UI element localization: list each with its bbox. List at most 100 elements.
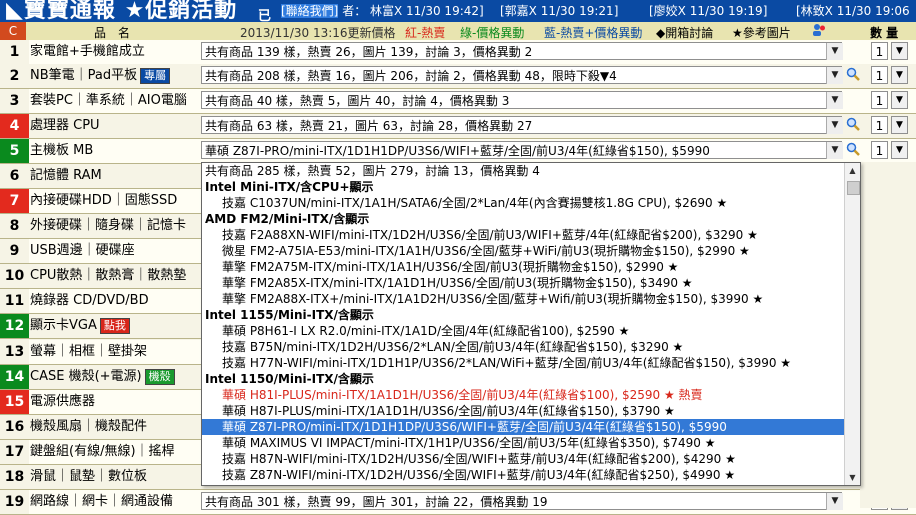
- dropdown-options: 共有商品 285 樣，熱賣 52，圖片 279，討論 13，價格異動 4 Inte…: [202, 163, 860, 483]
- category-link[interactable]: USB週邊｜硬碟座: [30, 239, 198, 263]
- category-link[interactable]: 顯示卡VGA 點我: [30, 314, 198, 338]
- scroll-thumb[interactable]: [847, 181, 860, 195]
- legend-green: 綠-價格異動: [460, 26, 525, 40]
- category-link[interactable]: 網路線｜網卡｜網通設備: [30, 490, 198, 514]
- message-1[interactable]: [聯絡我們] 者： 林富X 11/30 19:42]: [281, 4, 484, 19]
- row-number: 15: [0, 390, 29, 414]
- category-link[interactable]: 內接硬碟HDD｜固態SSD: [30, 189, 198, 213]
- row-number: 17: [0, 440, 29, 464]
- chevron-down-icon[interactable]: ▼: [826, 43, 843, 60]
- dropdown-scrollbar[interactable]: ▲ ▼: [844, 163, 860, 485]
- quantity-field[interactable]: 1: [871, 141, 888, 159]
- category-label: 記憶體 RAM: [30, 168, 102, 183]
- dropdown-option[interactable]: 華碩 P8H61-I LX R2.0/mini-ITX/1A1D/全固/4年(紅…: [202, 323, 860, 339]
- legend-red: 紅-熱賣: [405, 26, 446, 40]
- product-select[interactable]: 華碩 Z87I-PRO/mini-ITX/1D1H1DP/U3S6/WIFI+藍…: [201, 141, 842, 159]
- magnifier-icon[interactable]: [846, 117, 860, 131]
- legend-open: ◆開箱討論: [656, 26, 714, 40]
- category-link[interactable]: CASE 機殼(+電源) 機殼: [30, 365, 198, 389]
- chevron-down-icon[interactable]: ▼: [891, 66, 908, 84]
- quantity-field[interactable]: 1: [871, 116, 888, 134]
- category-link[interactable]: 滑鼠｜鼠墊｜數位板: [30, 465, 198, 489]
- dropdown-option[interactable]: 技嘉 C1037UN/mini-ITX/1A1H/SATA6/全固/2*Lan/…: [202, 195, 860, 211]
- dropdown-option[interactable]: 技嘉 Z87N-WIFI/mini-ITX/1D2H/U3S6/全固/WIFI+…: [202, 467, 860, 483]
- dropdown-option[interactable]: 華碩 H81I-PLUS/mini-ITX/1A1D1H/U3S6/全固/前U3…: [202, 387, 860, 403]
- category-link[interactable]: 機殼風扇｜機殼配件: [30, 415, 198, 439]
- product-select[interactable]: 共有商品 301 樣，熱賣 99，圖片 301，討論 22，價格異動 19: [201, 492, 842, 510]
- dropdown-option[interactable]: 華擎 FM2A85X-ITX/mini-ITX/1A1D1H/U3S6/全固/前…: [202, 275, 860, 291]
- category-link[interactable]: 處理器 CPU: [30, 114, 198, 138]
- product-dropdown-list[interactable]: 共有商品 285 樣，熱賣 52，圖片 279，討論 13，價格異動 4 Inte…: [201, 162, 861, 486]
- category-link[interactable]: 螢幕｜相框｜壁掛架: [30, 340, 198, 364]
- category-link[interactable]: 鍵盤組(有線/無線)｜搖桿: [30, 440, 198, 464]
- magnifier-icon[interactable]: [846, 67, 860, 81]
- category-label: NB筆電｜Pad平板: [30, 68, 138, 83]
- category-label: 滑鼠｜鼠墊｜數位板: [30, 469, 148, 484]
- category-link[interactable]: CPU散熱｜散熱膏｜散熱墊: [30, 264, 198, 288]
- dropdown-summary[interactable]: 共有商品 285 樣，熱賣 52，圖片 279，討論 13，價格異動 4: [202, 163, 860, 179]
- chevron-down-icon[interactable]: ▼: [826, 67, 843, 84]
- product-select[interactable]: 共有商品 139 樣，熱賣 26，圖片 139，討論 3，價格異動 2: [201, 42, 842, 60]
- category-label: 主機板 MB: [30, 143, 94, 158]
- banner-bracket: 已: [258, 9, 272, 22]
- message-4[interactable]: [林致X 11/30 19:06: [796, 4, 910, 19]
- message-3[interactable]: [廖姣X 11/30 19:19]: [649, 4, 767, 19]
- category-link[interactable]: 家電館+手機館成立: [30, 40, 198, 64]
- dropdown-option[interactable]: 技嘉 F2A88XN-WIFI/mini-ITX/1D2H/U3S6/全固/前U…: [202, 227, 860, 243]
- chevron-down-icon[interactable]: ▼: [891, 141, 908, 159]
- user-icon[interactable]: [812, 23, 826, 40]
- option-group: Intel 1150/Mini-ITX/含顯示: [205, 372, 374, 386]
- category-label: 家電館+手機館成立: [30, 44, 145, 59]
- dropdown-option[interactable]: 華擎 FM2A75M-ITX/mini-ITX/1A1H/U3S6/全固/前U3…: [202, 259, 860, 275]
- scroll-up-icon[interactable]: ▲: [845, 163, 860, 178]
- category-label: USB週邊｜硬碟座: [30, 243, 135, 258]
- option-group: AMD FM2/Mini-ITX/含顯示: [205, 212, 370, 226]
- chevron-down-icon[interactable]: ▼: [826, 92, 843, 109]
- product-select[interactable]: 共有商品 63 樣，熱賣 21，圖片 63，討論 28，價格異動 27: [201, 116, 842, 134]
- chevron-down-icon[interactable]: ▼: [891, 42, 908, 60]
- quantity-field[interactable]: 1: [871, 91, 888, 109]
- category-label: 燒錄器 CD/DVD/BD: [30, 293, 149, 308]
- chevron-down-icon[interactable]: ▼: [826, 117, 843, 134]
- category-link[interactable]: 套裝PC｜準系統｜AIO電腦: [30, 89, 198, 113]
- scroll-down-icon[interactable]: ▼: [845, 470, 860, 485]
- dropdown-option[interactable]: 華擎 FM2A88X-ITX+/mini-ITX/1A1D2H/U3S6/全固/…: [202, 291, 860, 307]
- chevron-down-icon[interactable]: ▼: [826, 142, 843, 159]
- dropdown-option[interactable]: 技嘉 B75N/mini-ITX/1D2H/U3S6/2*LAN/全固/前U3/…: [202, 339, 860, 355]
- product-select[interactable]: 共有商品 40 樣，熱賣 5，圖片 40，討論 4，價格異動 3: [201, 91, 842, 109]
- dropdown-option[interactable]: 技嘉 H87N-WIFI/mini-ITX/1D2H/U3S6/全固/WIFI+…: [202, 451, 860, 467]
- table-row: 19 網路線｜網卡｜網通設備 共有商品 301 樣，熱賣 99，圖片 301，討論 …: [0, 490, 916, 515]
- dropdown-option[interactable]: 華碩 Z87I-PRO/mini-ITX/1D1H1DP/U3S6/WIFI+藍…: [202, 419, 860, 435]
- category-link[interactable]: 記憶體 RAM: [30, 164, 198, 188]
- category-badge[interactable]: 機殼: [144, 369, 175, 385]
- product-select[interactable]: 共有商品 208 樣，熱賣 16，圖片 206，討論 2，價格異動 48，限時下…: [201, 66, 842, 84]
- category-link[interactable]: 燒錄器 CD/DVD/BD: [30, 289, 198, 313]
- chevron-down-icon[interactable]: ▼: [826, 493, 843, 510]
- message-2[interactable]: [郭嘉X 11/30 19:21]: [500, 4, 618, 19]
- category-badge[interactable]: 專屬: [140, 68, 171, 84]
- category-link[interactable]: NB筆電｜Pad平板 專屬: [30, 64, 198, 88]
- table-row: 1 家電館+手機館成立 共有商品 139 樣，熱賣 26，圖片 139，討論 3，價…: [0, 40, 916, 65]
- dropdown-option[interactable]: 華碩 H87I-PLUS/mini-ITX/1A1D1H/U3S6/全固/前U3…: [202, 403, 860, 419]
- category-link[interactable]: 外接硬碟｜隨身碟｜記憶卡: [30, 214, 198, 238]
- banner-title: ◣寶寶通報 ★促銷活動: [6, 0, 238, 22]
- header-qty: 數 量: [870, 26, 899, 40]
- quantity-field[interactable]: 1: [871, 42, 888, 60]
- category-badge[interactable]: 點我: [99, 318, 130, 334]
- chevron-down-icon[interactable]: ▼: [891, 116, 908, 134]
- quantity-field[interactable]: 1: [871, 66, 888, 84]
- magnifier-icon[interactable]: [846, 142, 860, 156]
- legend-blue: 藍-熱賣+價格異動: [544, 26, 643, 40]
- header-c: C: [0, 22, 26, 40]
- dropdown-option[interactable]: 微星 FM2-A75IA-E53/mini-ITX/1A1H/U3S6/全固/藍…: [202, 243, 860, 259]
- category-label: 電源供應器: [30, 394, 96, 409]
- contact-us-link[interactable]: [聯絡我們]: [281, 4, 339, 18]
- dropdown-option[interactable]: 技嘉 H77N-WIFI/mini-ITX/1D1H1P/U3S6/2*LAN/…: [202, 355, 860, 371]
- header-updated: 2013/11/30 13:16更新價格: [240, 26, 396, 40]
- dropdown-option[interactable]: 華碩 MAXIMUS VI IMPACT/mini-ITX/1H1P/U3S6/…: [202, 435, 860, 451]
- category-link[interactable]: 電源供應器: [30, 390, 198, 414]
- category-label: 處理器 CPU: [30, 118, 100, 133]
- chevron-down-icon[interactable]: ▼: [891, 91, 908, 109]
- category-link[interactable]: 主機板 MB: [30, 139, 198, 163]
- row-number: 19: [0, 490, 29, 514]
